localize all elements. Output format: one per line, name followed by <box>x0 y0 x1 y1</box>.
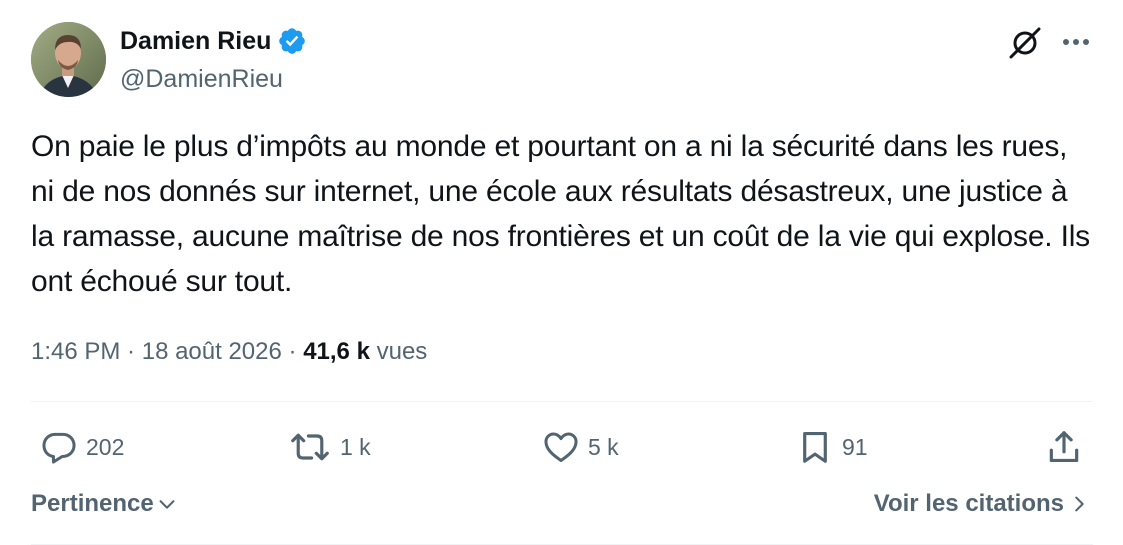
bookmark-button[interactable]: 91 <box>796 425 868 469</box>
bookmark-icon <box>803 431 827 463</box>
divider <box>31 401 1093 402</box>
retweet-icon <box>291 433 329 461</box>
like-count: 5 k <box>588 433 619 460</box>
reply-count: 202 <box>86 433 125 460</box>
author-name-row: Damien Rieu <box>120 25 307 57</box>
share-button[interactable] <box>1045 425 1083 469</box>
tweet-container: Damien Rieu @DamienRieu On paie le plus … <box>0 0 1123 545</box>
tweet-meta: 1:46 PM · 18 août 2026 · 41,6 k vues <box>31 335 427 369</box>
like-button[interactable]: 5 k <box>542 425 619 469</box>
bookmark-count: 91 <box>842 433 868 460</box>
heart-icon <box>544 432 578 462</box>
retweet-count: 1 k <box>340 433 371 460</box>
chevron-down-icon <box>159 500 175 509</box>
more-options-icon[interactable] <box>1058 29 1094 55</box>
author-handle[interactable]: @DamienRieu <box>120 63 283 95</box>
meta-separator: · <box>281 338 304 365</box>
views-label: vues <box>376 338 428 365</box>
avatar[interactable] <box>31 22 106 97</box>
view-quotes-label: Voir les citations <box>873 490 1064 517</box>
verified-badge-icon[interactable] <box>277 26 307 56</box>
reply-icon <box>42 432 76 464</box>
share-icon <box>1049 431 1079 463</box>
tweet-date[interactable]: 18 août 2026 <box>142 338 282 365</box>
reply-button[interactable]: 202 <box>40 425 124 469</box>
chevron-right-icon <box>1075 496 1084 512</box>
tweet-time[interactable]: 1:46 PM <box>31 338 120 365</box>
view-quotes-link[interactable]: Voir les citations <box>874 490 1088 518</box>
author-display-name[interactable]: Damien Rieu <box>120 25 271 57</box>
sort-label: Pertinence <box>31 490 154 517</box>
retweet-button[interactable]: 1 k <box>288 425 371 469</box>
grok-icon[interactable] <box>1006 24 1044 62</box>
meta-separator: · <box>120 338 142 365</box>
tweet-text: On paie le plus d’impôts au monde et pou… <box>31 130 1090 298</box>
sort-dropdown[interactable]: Pertinence <box>31 490 178 518</box>
views-count: 41,6 k <box>303 338 370 365</box>
